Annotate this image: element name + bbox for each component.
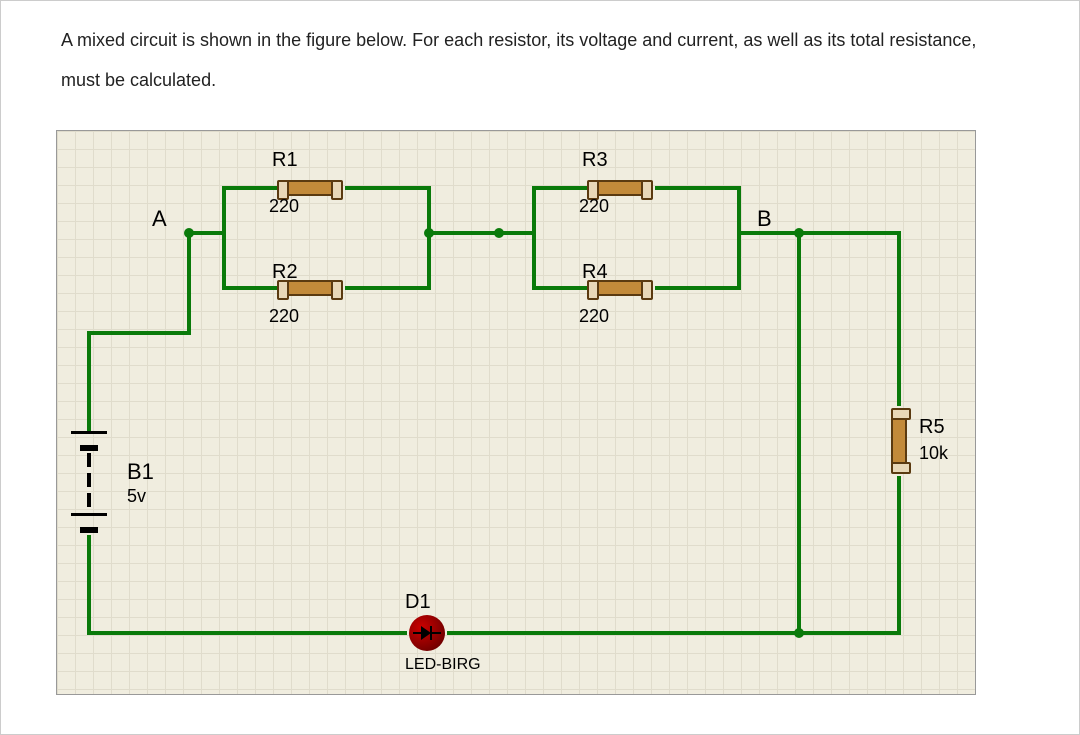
wire [427, 231, 497, 235]
resistor-r5 [891, 416, 907, 466]
circuit-diagram: A R1 220 R2 220 R3 220 [56, 130, 976, 695]
r1-name: R1 [272, 149, 298, 172]
wire [797, 231, 801, 631]
node-a-label: A [152, 206, 167, 232]
r2-value: 220 [269, 306, 299, 327]
wire [345, 186, 427, 190]
d1-value: LED-BIRG [405, 656, 481, 674]
wire [447, 631, 801, 635]
r2-name: R2 [272, 261, 298, 284]
d1-name: D1 [405, 591, 431, 614]
wire [345, 286, 427, 290]
r4-name: R4 [582, 261, 608, 284]
wire [655, 186, 737, 190]
led-d1 [409, 615, 445, 651]
wire [427, 186, 431, 290]
wire [87, 631, 407, 635]
wire [655, 286, 737, 290]
b1-value: 5v [127, 486, 146, 507]
wire [797, 631, 901, 635]
wire [532, 286, 587, 290]
resistor-r3 [595, 180, 645, 196]
wire [532, 186, 536, 290]
problem-page: A mixed circuit is shown in the figure b… [0, 0, 1080, 735]
wire [222, 186, 277, 190]
wire [187, 231, 222, 235]
wire [87, 535, 91, 631]
resistor-r1 [285, 180, 335, 196]
wire [222, 286, 277, 290]
node-b-label: B [757, 206, 772, 232]
wire [87, 331, 191, 335]
question-text: A mixed circuit is shown in the figure b… [61, 21, 1019, 100]
wire [187, 231, 191, 331]
wire [222, 186, 226, 290]
wire [497, 231, 532, 235]
wire [532, 186, 587, 190]
r5-name: R5 [919, 416, 945, 439]
wire [797, 231, 897, 235]
wire [737, 186, 741, 290]
r3-value: 220 [579, 196, 609, 217]
r3-name: R3 [582, 149, 608, 172]
r1-value: 220 [269, 196, 299, 217]
led-icon [413, 623, 441, 643]
b1-name: B1 [127, 459, 154, 485]
wire [87, 331, 91, 431]
r4-value: 220 [579, 306, 609, 327]
r5-value: 10k [919, 443, 948, 464]
wire [897, 476, 901, 635]
wire [897, 231, 901, 406]
